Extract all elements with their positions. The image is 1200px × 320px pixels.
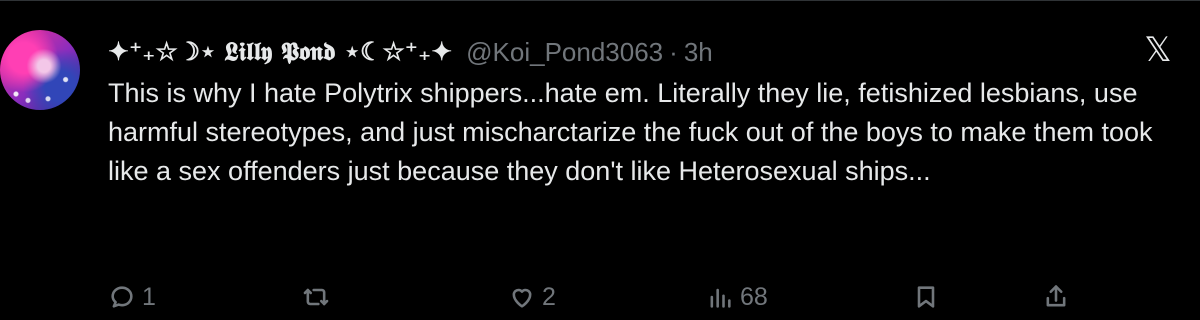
share-button[interactable] (1042, 279, 1070, 315)
bookmark-icon (912, 283, 940, 311)
display-name[interactable]: ✦⁺₊☆☽⋆ 𝕷𝖎𝖑𝖑𝖞 𝕻𝖔𝖓𝖉 ⋆☾☆⁺₊✦ (108, 37, 452, 67)
close-icon[interactable]: 𝕏 (1140, 32, 1176, 68)
timestamp[interactable]: 3h (684, 37, 713, 68)
reply-count: 1 (142, 282, 156, 311)
repost-button[interactable] (302, 279, 336, 315)
share-icon (1042, 283, 1070, 311)
top-divider (0, 0, 1200, 1)
like-count: 2 (542, 282, 556, 311)
heart-icon (508, 283, 536, 311)
views-button[interactable]: 68 (706, 279, 768, 315)
tweet-header: ✦⁺₊☆☽⋆ 𝕷𝖎𝖑𝖑𝖞 𝕻𝖔𝖓𝖉 ⋆☾☆⁺₊✦ @Koi_Pond3063 ·… (108, 34, 713, 70)
tweet-actions: 1 2 68 (108, 279, 1068, 315)
reply-button[interactable]: 1 (108, 279, 156, 315)
repost-icon (302, 283, 330, 311)
bookmark-button[interactable] (912, 279, 940, 315)
views-count: 68 (740, 282, 768, 311)
views-icon (706, 283, 734, 311)
reply-icon (108, 283, 136, 311)
user-handle[interactable]: @Koi_Pond3063 (466, 37, 663, 68)
separator-dot: · (669, 36, 678, 67)
tweet-text: This is why I hate Polytrix shippers...h… (108, 78, 1153, 186)
avatar[interactable] (0, 30, 80, 110)
like-button[interactable]: 2 (508, 279, 556, 315)
